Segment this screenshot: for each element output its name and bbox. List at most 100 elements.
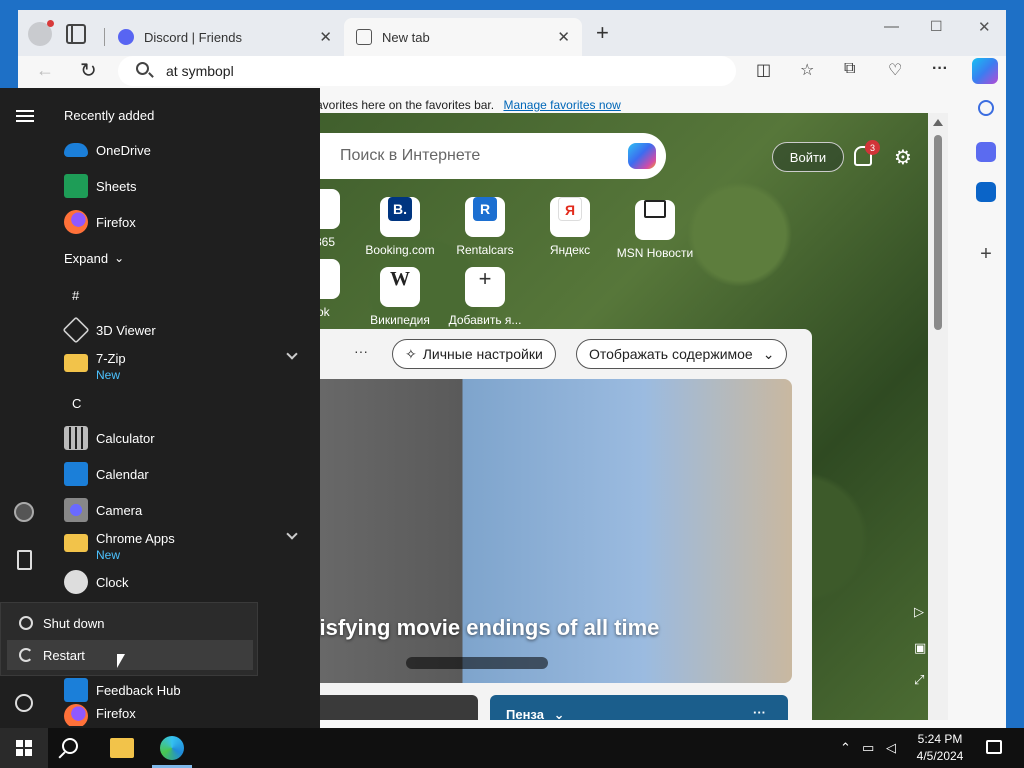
expand-icon[interactable]: ⤢ <box>914 672 924 688</box>
close-window-button[interactable]: ✕ <box>978 18 991 36</box>
search-icon <box>136 62 149 75</box>
gear-icon[interactable]: ⚙ <box>894 145 912 170</box>
split-screen-icon[interactable]: ◫ <box>756 60 771 80</box>
tile-booking[interactable]: B. Booking.com <box>355 189 445 257</box>
copilot-icon[interactable] <box>972 58 998 84</box>
search-sidebar-icon[interactable] <box>978 100 994 116</box>
show-content-dropdown[interactable]: Отображать содержимое ⌄ <box>576 339 788 369</box>
copilot-sidebar-icon[interactable] <box>976 142 996 162</box>
add-sidebar-app-icon[interactable]: + <box>976 244 996 264</box>
feed-more-icon[interactable]: ··· <box>354 343 368 359</box>
search-icon[interactable] <box>62 738 78 754</box>
signin-button[interactable]: Войти <box>772 142 844 172</box>
weather-card[interactable]: Пенза ⌄ ··· <box>490 695 788 720</box>
play-icon[interactable]: ▷ <box>914 604 924 620</box>
news-card-thumbnail[interactable] <box>300 695 478 720</box>
system-clock[interactable]: 5:24 PM 4/5/2024 <box>900 731 980 765</box>
power-icon[interactable] <box>15 694 33 712</box>
start-button[interactable] <box>0 728 48 768</box>
new-tab-page-icon <box>356 29 372 45</box>
app-3d-viewer[interactable]: 3D Viewer <box>62 316 156 344</box>
favorites-star-icon[interactable]: ☆ <box>800 60 814 80</box>
network-icon[interactable]: ▭ <box>862 740 874 756</box>
app-calculator[interactable]: Calculator <box>64 424 155 452</box>
group-letter-hash[interactable]: # <box>72 288 79 303</box>
app-label: Camera <box>96 502 143 518</box>
app-label: Chrome Apps <box>96 531 175 546</box>
chevron-down-icon[interactable] <box>286 528 298 540</box>
back-button[interactable]: ← <box>36 60 54 81</box>
power-submenu: Shut down Restart <box>0 602 258 676</box>
chevron-up-icon[interactable]: ⌃ <box>840 740 851 756</box>
tile-label: Википедия <box>370 313 430 327</box>
tile-wikipedia[interactable]: W Википедия <box>355 259 445 327</box>
chevron-down-icon: ⌄ <box>114 251 125 265</box>
tile-label: Booking.com <box>365 243 435 257</box>
personalize-button[interactable]: ✧ Личные настройки <box>392 339 556 369</box>
manage-favorites-link[interactable]: Manage favorites now <box>503 98 620 112</box>
hamburger-menu-icon[interactable] <box>16 110 34 122</box>
edge-sidebar: + <box>966 90 1006 730</box>
collections-icon[interactable]: ⧉ <box>844 60 855 78</box>
app-onedrive[interactable]: OneDrive <box>64 136 151 164</box>
more-menu-icon[interactable]: ··· <box>932 60 948 78</box>
tile-yandex[interactable]: Я Яндекс <box>525 189 615 257</box>
app-firefox[interactable]: Firefox <box>64 704 136 726</box>
address-text: at symbopl <box>166 63 234 79</box>
documents-icon[interactable] <box>17 550 32 570</box>
app-chrome-apps[interactable]: Chrome Apps New <box>64 528 175 564</box>
chevron-down-icon[interactable] <box>286 348 298 360</box>
carousel-dots[interactable] <box>406 657 548 669</box>
outlook-icon[interactable] <box>976 182 996 202</box>
app-clock[interactable]: Clock <box>64 568 129 596</box>
app-7zip[interactable]: 7-Zip New <box>64 348 126 384</box>
refresh-button[interactable]: ↻ <box>80 58 97 83</box>
copilot-icon[interactable] <box>628 143 656 169</box>
hero-news-card[interactable]: atisfying movie endings of all time <box>300 379 792 683</box>
expand-button[interactable]: Expand ⌄ <box>64 244 124 272</box>
tab-new-tab[interactable]: New tab ✕ <box>344 18 582 56</box>
scroll-up-arrow[interactable] <box>933 119 943 126</box>
clock-date: 4/5/2024 <box>916 749 964 763</box>
tile-add-shortcut[interactable]: + Добавить я... <box>440 259 530 328</box>
edge-icon[interactable] <box>160 736 184 760</box>
app-feedback-hub[interactable]: Feedback Hub <box>64 676 181 704</box>
app-firefox[interactable]: Firefox <box>64 208 136 236</box>
tile-rentalcars[interactable]: R Rentalcars <box>440 189 530 257</box>
file-explorer-icon[interactable] <box>110 738 134 758</box>
wikipedia-icon: W <box>380 267 420 307</box>
app-sheets[interactable]: Sheets <box>64 172 136 200</box>
more-icon[interactable]: ··· <box>753 705 766 720</box>
booking-icon: B. <box>380 197 420 237</box>
notifications-icon[interactable] <box>986 740 1002 754</box>
firefox-icon <box>64 210 88 234</box>
volume-muted-icon[interactable]: ◁ <box>886 740 896 756</box>
page-scrollbar[interactable] <box>928 113 948 720</box>
close-tab-icon[interactable]: ✕ <box>557 28 570 46</box>
tile-label: Rentalcars <box>456 243 514 257</box>
app-label: Feedback Hub <box>96 682 181 698</box>
clock-icon <box>64 570 88 594</box>
user-account-icon[interactable] <box>14 502 34 522</box>
address-bar[interactable]: at symbopl <box>118 56 736 86</box>
tab-actions-icon[interactable] <box>66 24 86 44</box>
profile-avatar[interactable] <box>28 20 54 46</box>
new-tab-button[interactable]: + <box>596 22 609 44</box>
app-camera[interactable]: Camera <box>64 496 142 524</box>
shutdown-option[interactable]: Shut down <box>7 608 253 638</box>
maximize-button[interactable]: ☐ <box>930 18 943 35</box>
discord-icon <box>118 29 134 45</box>
calendar-icon <box>64 462 88 486</box>
image-icon[interactable]: ▣ <box>914 640 926 656</box>
minimize-button[interactable]: — <box>884 18 899 35</box>
restart-option[interactable]: Restart <box>7 640 253 670</box>
tile-msn-news[interactable]: MSN Новости <box>610 189 700 260</box>
browser-essentials-icon[interactable]: ♡ <box>888 60 902 80</box>
close-tab-icon[interactable]: ✕ <box>319 28 332 46</box>
app-calendar[interactable]: Calendar <box>64 460 149 488</box>
scrollbar-thumb[interactable] <box>934 135 942 330</box>
ntp-search-box[interactable]: Поиск в Интернете <box>300 133 666 179</box>
tab-discord[interactable]: Discord | Friends ✕ <box>106 18 344 56</box>
group-letter-c[interactable]: C <box>72 396 81 411</box>
tile-label: Добавить я... <box>448 313 522 327</box>
